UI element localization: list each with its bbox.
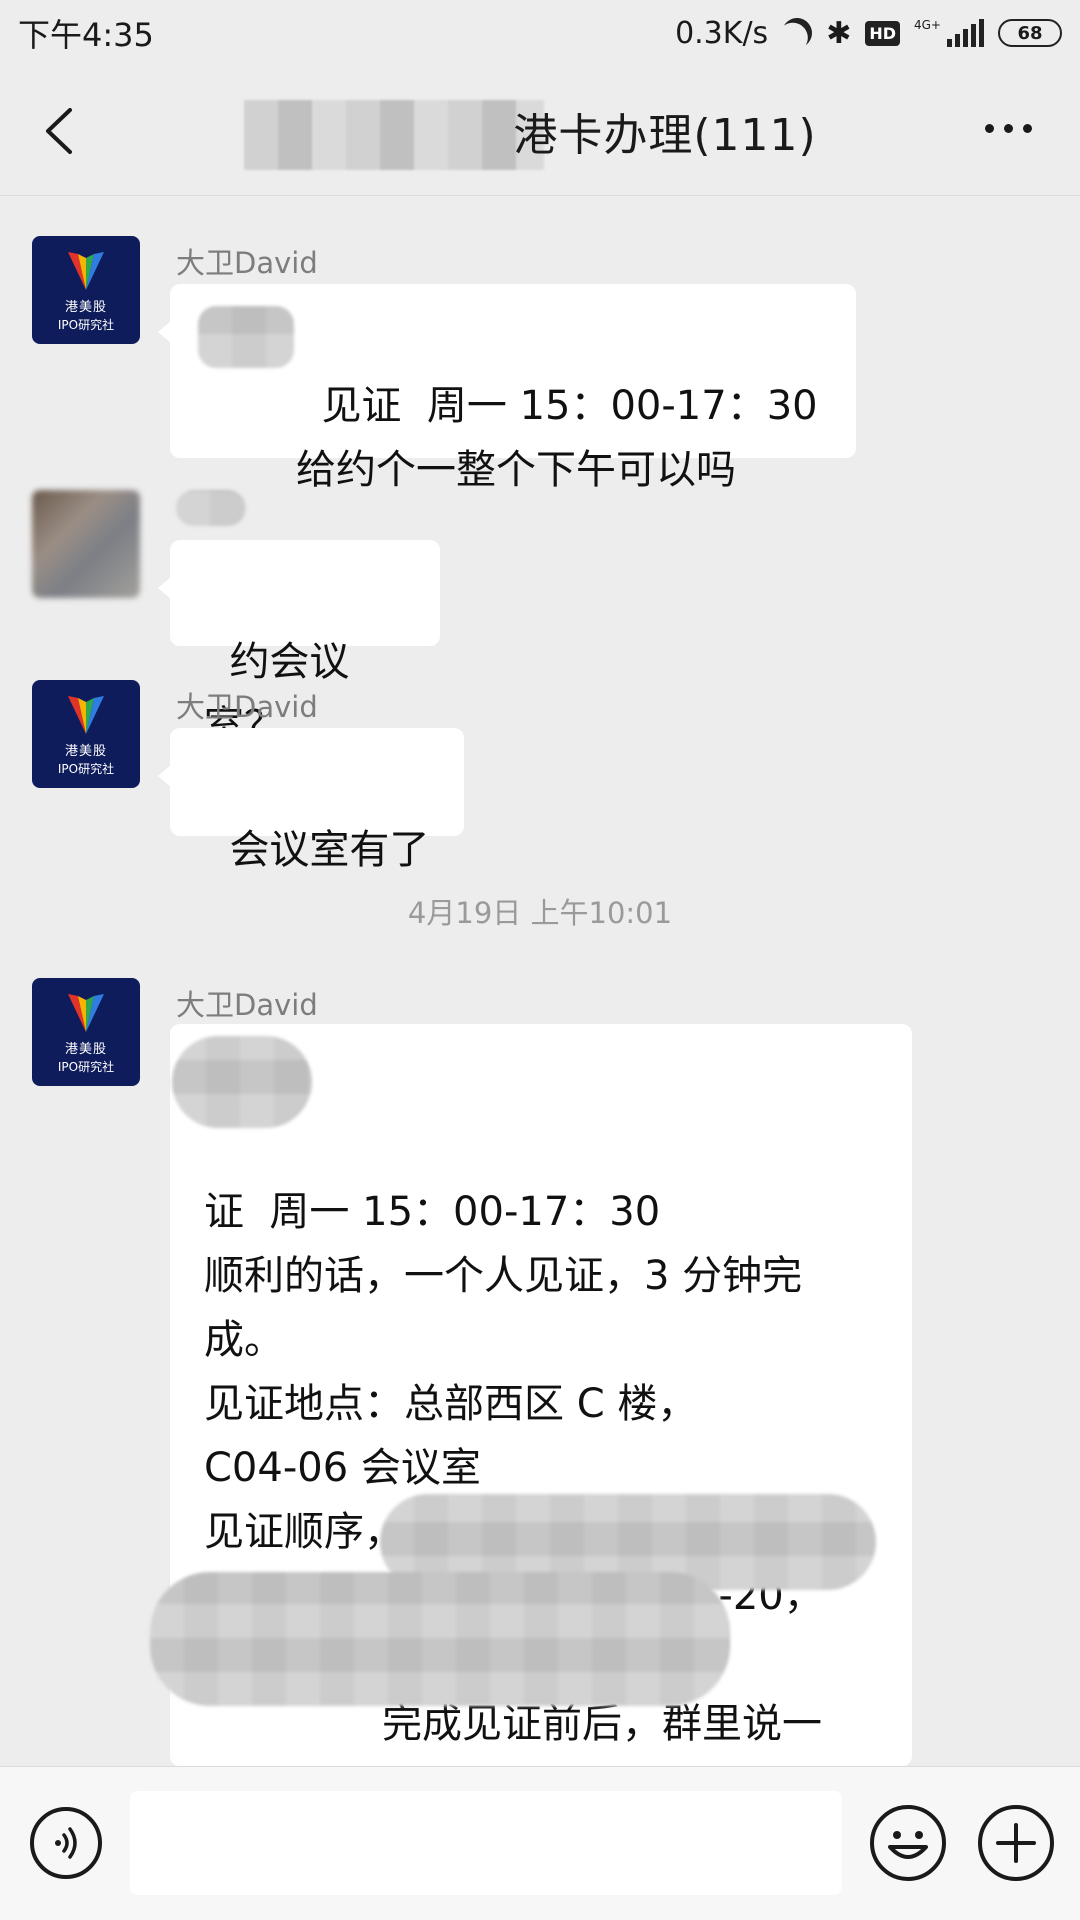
redacted-title-part — [244, 100, 544, 170]
chat-header: 港卡办理(111) — [0, 66, 1080, 196]
emoji-button[interactable] — [870, 1805, 946, 1881]
timestamp: 4月19日 上午10:01 — [407, 896, 673, 930]
message-bubble[interactable]: 会议室有了 — [158, 728, 464, 873]
message-input[interactable] — [130, 1791, 842, 1895]
status-icons: 0.3K/s ✱ HD 4G+ 68 — [675, 16, 1062, 51]
voice-button[interactable] — [30, 1807, 102, 1879]
redacted-text — [172, 1036, 312, 1128]
signal-icon: 4G+ — [914, 19, 984, 47]
moon-icon — [777, 13, 818, 54]
battery-level: 68 — [1017, 22, 1043, 44]
avatar-label: IPO研究社 — [57, 318, 115, 332]
message-text: 见证 周一 15：00-17：30 给约个一整个下午可以吗 — [296, 383, 818, 493]
plus-button[interactable] — [978, 1805, 1054, 1881]
avatar[interactable]: 港美股 IPO研究社 — [32, 236, 140, 344]
sender-name: 大卫David — [176, 690, 318, 724]
brand-logo-icon — [68, 696, 104, 734]
avatar-label: 港美股 — [64, 300, 107, 315]
status-time: 下午4:35 — [18, 16, 154, 54]
hd-icon: HD — [865, 20, 900, 46]
voice-icon — [55, 1827, 77, 1859]
avatar[interactable]: 港美股 IPO研究社 — [32, 680, 140, 788]
message-text: 会议室有了 — [229, 827, 430, 873]
sender-name: 大卫David — [176, 988, 318, 1022]
more-button[interactable] — [985, 124, 1032, 133]
avatar[interactable]: 港美股 IPO研究社 — [32, 978, 140, 1086]
more-icon — [985, 124, 994, 133]
battery-icon: 68 — [998, 19, 1062, 47]
net-speed: 0.3K/s — [675, 15, 769, 51]
message-bubble[interactable]: 约会议室？ — [158, 540, 440, 749]
sender-name: 大卫David — [176, 246, 318, 280]
avatar-label: 港美股 — [64, 1042, 107, 1057]
status-bar: 下午4:35 0.3K/s ✱ HD 4G+ 68 — [0, 0, 1080, 66]
back-icon — [46, 108, 72, 154]
plus-icon — [996, 1823, 1036, 1863]
brand-logo-icon — [68, 252, 104, 290]
avatar-label: 港美股 — [64, 744, 107, 759]
redacted-text — [150, 1572, 730, 1706]
avatar-label: IPO研究社 — [57, 762, 115, 776]
redacted-sender — [176, 490, 246, 526]
chat-title: 港卡办理(111) — [513, 109, 817, 161]
brand-logo-icon — [68, 994, 104, 1032]
signal-label: 4G+ — [914, 18, 941, 32]
redacted-text — [198, 306, 294, 368]
emoji-icon — [888, 1831, 928, 1859]
input-bar — [0, 1766, 1080, 1920]
bluetooth-icon: ✱ — [826, 15, 852, 51]
back-button[interactable] — [40, 106, 80, 156]
avatar-redacted[interactable] — [32, 490, 140, 598]
avatar-label: IPO研究社 — [57, 1060, 115, 1074]
